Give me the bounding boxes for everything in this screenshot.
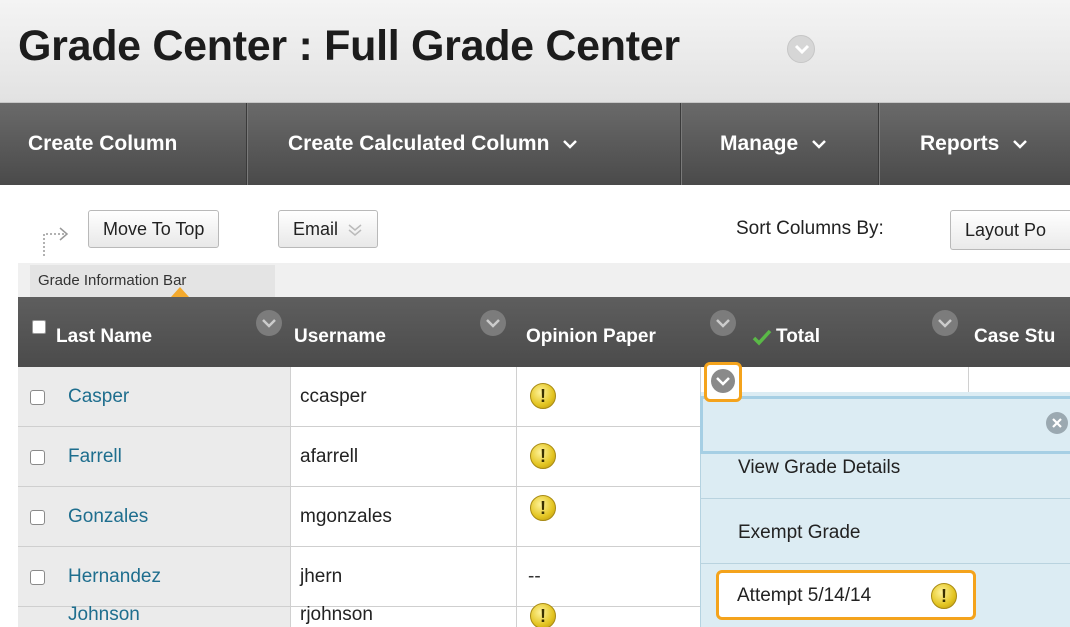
- chevron-down-icon: [348, 224, 362, 237]
- column-header-last-name[interactable]: Last Name: [56, 297, 152, 367]
- column-header-opinion-paper[interactable]: Opinion Paper: [526, 297, 656, 367]
- manage-menu[interactable]: Manage: [692, 103, 826, 185]
- action-divider: [878, 103, 879, 185]
- reports-label: Reports: [920, 132, 1000, 155]
- menu-filter-input[interactable]: [700, 396, 1070, 454]
- student-last-name[interactable]: Farrell: [68, 427, 122, 487]
- chevron-down-icon: [711, 369, 735, 393]
- exclamation-icon[interactable]: !: [530, 383, 556, 409]
- grade-information-bar[interactable]: Grade Information Bar: [30, 265, 275, 297]
- reports-menu[interactable]: Reports: [892, 103, 1028, 185]
- attempt-item[interactable]: Attempt 5/14/14 !: [716, 570, 976, 620]
- menu-divider: [700, 563, 1070, 564]
- manage-label: Manage: [720, 132, 799, 155]
- arrow-right-icon: [43, 227, 69, 256]
- move-to-top-button[interactable]: Move To Top: [88, 210, 220, 248]
- row-checkbox[interactable]: [30, 450, 45, 465]
- row-checkbox[interactable]: [30, 510, 45, 525]
- exclamation-icon: !: [931, 583, 957, 609]
- sort-columns-select[interactable]: Layout Po: [950, 210, 1070, 250]
- exempt-grade-item[interactable]: Exempt Grade: [738, 522, 861, 544]
- student-username: mgonzales: [300, 506, 392, 527]
- title-chevron-down-icon[interactable]: [787, 35, 815, 63]
- sort-columns-label: Sort Columns By:: [736, 218, 884, 239]
- student-username: rjohnson: [300, 604, 373, 625]
- close-icon[interactable]: [1046, 412, 1068, 434]
- chevron-down-icon[interactable]: [710, 310, 736, 336]
- student-last-name[interactable]: Casper: [68, 367, 129, 427]
- email-button[interactable]: Email: [278, 210, 379, 248]
- sort-indicator-icon: [171, 287, 189, 297]
- create-column-label: Create Column: [28, 132, 178, 155]
- chevron-down-icon: [1013, 140, 1028, 150]
- student-username: ccasper: [300, 386, 367, 407]
- opinion-paper-grade[interactable]: --: [528, 547, 541, 607]
- student-username: afarrell: [300, 446, 359, 467]
- attempt-label: Attempt 5/14/14: [737, 585, 872, 606]
- row-checkbox[interactable]: [30, 390, 45, 405]
- grade-cell-menu-button[interactable]: [704, 362, 742, 402]
- title-bar: Grade Center : Full Grade Center: [0, 0, 1070, 103]
- action-divider: [680, 103, 681, 185]
- page-title: Grade Center : Full Grade Center: [18, 22, 680, 70]
- menu-divider: [700, 498, 1070, 499]
- row-checkbox[interactable]: [30, 570, 45, 585]
- exclamation-icon[interactable]: !: [530, 495, 556, 521]
- view-grade-details-item[interactable]: View Grade Details: [738, 457, 900, 479]
- student-last-name[interactable]: Johnson: [68, 585, 140, 627]
- chevron-down-icon[interactable]: [932, 310, 958, 336]
- column-header-username[interactable]: Username: [294, 297, 386, 367]
- action-bar: Create Column Create Calculated Column M…: [0, 103, 1070, 185]
- action-divider: [246, 103, 247, 185]
- create-calculated-column-menu[interactable]: Create Calculated Column: [260, 103, 578, 185]
- column-header-total-label: Total: [776, 326, 820, 347]
- chevron-down-icon[interactable]: [256, 310, 282, 336]
- chevron-down-icon[interactable]: [480, 310, 506, 336]
- create-column-button[interactable]: Create Column: [0, 103, 177, 185]
- exclamation-icon[interactable]: !: [530, 443, 556, 469]
- green-check-icon: [752, 329, 772, 346]
- select-all-checkbox[interactable]: [32, 320, 46, 334]
- column-header-total[interactable]: Total: [752, 297, 820, 367]
- exclamation-icon[interactable]: !: [530, 603, 556, 627]
- email-label: Email: [293, 219, 339, 239]
- chevron-down-icon: [563, 140, 578, 150]
- student-last-name[interactable]: Gonzales: [68, 487, 148, 547]
- chevron-down-icon: [812, 140, 826, 150]
- column-header-case-study[interactable]: Case Stu: [974, 297, 1055, 367]
- create-calculated-column-label: Create Calculated Column: [288, 132, 550, 155]
